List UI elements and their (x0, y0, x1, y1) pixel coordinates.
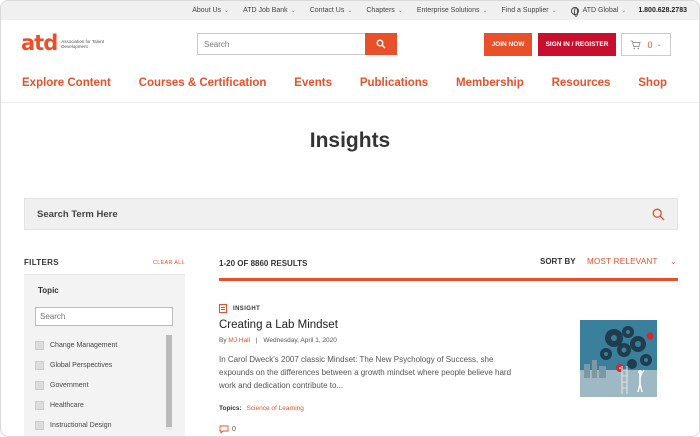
topic-item-government[interactable]: Government (35, 375, 117, 395)
logo-text: Association for Talent Development (61, 38, 104, 49)
checkbox[interactable] (35, 420, 44, 430)
topic-item-change-management[interactable]: Change Management (35, 335, 117, 355)
result-topics: Topics: Science of Learning (219, 405, 304, 412)
chevron-down-icon: ⌄ (482, 8, 488, 14)
site-search (197, 33, 397, 55)
sort-dropdown[interactable]: MOST RELEVANT (587, 257, 658, 266)
main-nav: Explore Content Courses & Certification … (22, 77, 667, 89)
utility-item-label: Find a Supplier (501, 7, 549, 14)
clear-all-link[interactable]: CLEAR ALL (153, 260, 185, 266)
phone-number[interactable]: 1.800.628.2783 (638, 7, 687, 14)
result-thumbnail[interactable] (580, 320, 657, 397)
utility-item-label: Chapters (366, 7, 395, 14)
chevron-down-icon: ⌄ (551, 8, 557, 14)
filters-title: FILTERS (24, 258, 59, 267)
author-link[interactable]: MJ Hall (228, 337, 250, 344)
utility-item-about-us[interactable]: About Us ⌄ (192, 7, 229, 14)
checkbox[interactable] (35, 380, 44, 390)
utility-item-label: ATD Job Bank (243, 7, 288, 14)
utility-item-enterprise[interactable]: Enterprise Solutions ⌄ (417, 7, 488, 14)
topic-label: Government (50, 381, 89, 389)
utility-item-contact-us[interactable]: Contact Us ⌄ (310, 7, 353, 14)
topic-list: Change Management Global Perspectives Go… (35, 335, 117, 435)
topic-item-healthcare[interactable]: Healthcare (35, 395, 117, 415)
topic-label: Change Management (50, 341, 118, 349)
topic-scrollbar[interactable] (166, 335, 172, 430)
results-count: 1-20 OF 8860 RESULTS (219, 259, 308, 268)
topic-link[interactable]: Science of Learning (246, 405, 303, 412)
join-now-button[interactable]: JOIN NOW (484, 33, 532, 56)
nav-publications[interactable]: Publications (360, 77, 428, 89)
sign-in-register-button[interactable]: SIGN IN / REGISTER (538, 33, 616, 56)
checkbox[interactable] (35, 360, 44, 370)
utility-item-global[interactable]: ATD Global ⌄ (570, 6, 627, 17)
utility-item-label: About Us (192, 7, 222, 14)
document-icon (219, 304, 227, 313)
nav-resources[interactable]: Resources (552, 77, 611, 89)
topic-label: Instructional Design (50, 421, 112, 429)
result-date: Wednesday, April 1, 2020 (263, 337, 337, 344)
filters-header: FILTERS CLEAR ALL (24, 258, 185, 267)
content-type-label: INSIGHT (219, 304, 260, 313)
comment-icon (219, 425, 229, 434)
nav-explore-content[interactable]: Explore Content (22, 77, 111, 89)
page-title: Insights (309, 129, 391, 152)
chevron-down-icon[interactable]: ⌄ (670, 257, 677, 266)
meta-separator: | (255, 337, 258, 344)
utility-item-find-supplier[interactable]: Find a Supplier ⌄ (502, 7, 557, 14)
nav-shop[interactable]: Shop (638, 77, 667, 89)
utility-nav: About Us ⌄ ATD Job Bank ⌄ Contact Us ⌄ Chap… (1, 1, 699, 20)
by-label: By (219, 337, 227, 344)
topic-item-global-perspectives[interactable]: Global Perspectives (35, 355, 117, 375)
insights-search-field[interactable]: Search Term Here (24, 198, 678, 230)
cart-count: 0 (647, 39, 653, 50)
nav-courses-certification[interactable]: Courses & Certification (139, 77, 267, 89)
utility-item-label: ATD Global (582, 7, 619, 14)
scrollbar-thumb[interactable] (166, 335, 172, 427)
topic-filter-panel: Topic Change Management Global Perspecti… (24, 274, 185, 436)
cart-button[interactable]: 0 ⌄ (621, 33, 671, 56)
chevron-down-icon: ⌄ (656, 42, 662, 48)
sort-by-label: SORT BY (540, 257, 576, 266)
logo-mark: atd (21, 31, 58, 55)
globe-icon (570, 6, 579, 17)
topic-search-input[interactable] (35, 307, 173, 326)
chevron-down-icon: ⌄ (290, 8, 296, 14)
comment-count: 0 (232, 426, 236, 433)
topic-item-instructional-design[interactable]: Instructional Design (35, 415, 117, 435)
nav-events[interactable]: Events (294, 77, 332, 89)
utility-item-label: Contact Us (309, 7, 345, 14)
site-header: atd Association for Talent Development J… (1, 20, 699, 70)
result-description: In Carol Dweck's 2007 classic Mindset: T… (219, 355, 512, 390)
search-icon (376, 39, 386, 49)
atd-logo[interactable]: atd Association for Talent Development (21, 33, 111, 54)
chevron-down-icon: ⌄ (397, 8, 403, 14)
chevron-down-icon: ⌄ (621, 8, 627, 14)
chevron-down-icon: ⌄ (347, 8, 353, 14)
results-divider (219, 278, 678, 281)
utility-item-label: Enterprise Solutions (416, 7, 480, 14)
search-icon[interactable] (652, 208, 665, 221)
gears-illustration (580, 320, 657, 397)
topic-filter-title[interactable]: Topic (38, 286, 59, 295)
result-title[interactable]: Creating a Lab Mindset (219, 319, 338, 331)
search-button[interactable] (365, 33, 397, 55)
search-field-label: Search Term Here (37, 208, 118, 220)
divider (1, 102, 699, 103)
utility-item-job-bank[interactable]: ATD Job Bank ⌄ (243, 7, 296, 14)
chevron-down-icon: ⌄ (224, 8, 230, 14)
browser-frame: About Us ⌄ ATD Job Bank ⌄ Contact Us ⌄ Chap… (0, 0, 700, 437)
content-type-text: INSIGHT (233, 305, 261, 312)
checkbox[interactable] (35, 340, 44, 350)
topic-label: Global Perspectives (50, 361, 113, 369)
checkbox[interactable] (35, 400, 44, 410)
comments-link[interactable]: 0 (219, 425, 236, 434)
nav-membership[interactable]: Membership (456, 77, 524, 89)
topic-label: Healthcare (50, 401, 84, 409)
utility-item-chapters[interactable]: Chapters ⌄ (366, 7, 402, 14)
search-input[interactable] (197, 33, 365, 55)
result-meta: By MJ Hall | Wednesday, April 1, 2020 (219, 337, 337, 344)
topics-label: Topics: (219, 405, 242, 412)
cart-icon (630, 40, 642, 49)
